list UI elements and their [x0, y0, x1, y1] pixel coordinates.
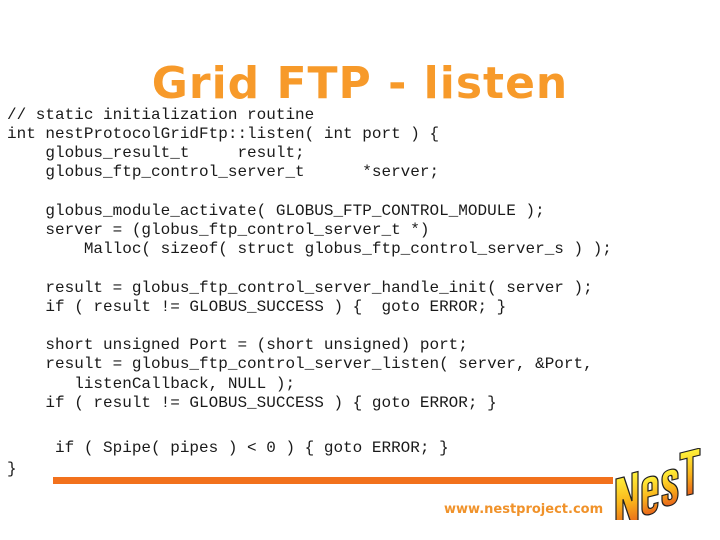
code-line: globus_ftp_control_server_t *server; — [7, 163, 440, 181]
code-line: if ( Spipe( pipes ) < 0 ) { goto ERROR; … — [7, 439, 449, 457]
code-line: if ( result != GLOBUS_SUCCESS ) { goto E… — [7, 298, 507, 316]
code-line: if ( result != GLOBUS_SUCCESS ) { goto E… — [7, 394, 497, 412]
code-line: server = (globus_ftp_control_server_t *) — [7, 221, 430, 239]
code-line: result = globus_ftp_control_server_liste… — [7, 355, 593, 373]
code-line: result = globus_ftp_control_server_handl… — [7, 279, 593, 297]
footer-accent-bar — [53, 477, 613, 484]
footer-url: www.nestproject.com — [444, 502, 604, 517]
code-line: int nestProtocolGridFtp::listen( int por… — [7, 125, 440, 143]
code-line: Malloc( sizeof( struct globus_ftp_contro… — [7, 240, 612, 258]
code-line: globus_result_t result; — [7, 144, 305, 162]
code-line: listenCallback, NULL ); — [7, 375, 296, 393]
code-line: } — [7, 460, 17, 478]
nest-logo-icon — [615, 448, 701, 520]
slide-title: Grid FTP - listen — [151, 58, 569, 109]
code-line: globus_module_activate( GLOBUS_FTP_CONTR… — [7, 202, 545, 220]
code-line: // static initialization routine — [7, 106, 315, 124]
code-line: short unsigned Port = (short unsigned) p… — [7, 336, 468, 354]
